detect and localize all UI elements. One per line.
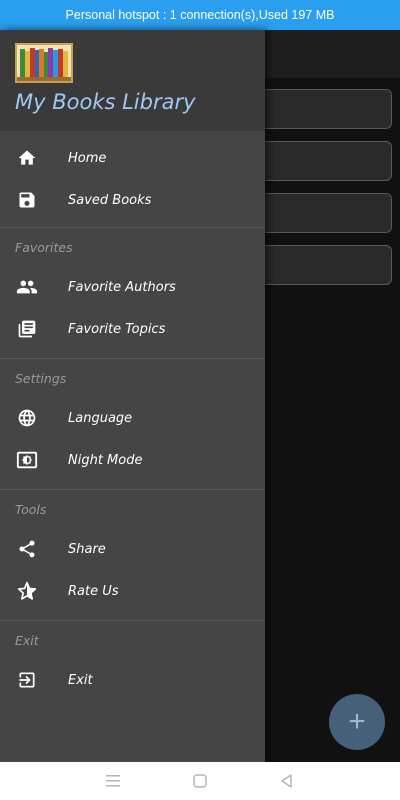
menu-item-label: Exit [68,672,93,688]
menu-item-label: Favorite Authors [68,279,176,295]
section-header-settings: Settings [15,370,67,386]
home-nav-icon[interactable] [188,769,212,793]
globe-icon [16,407,38,429]
home-icon [16,147,38,169]
status-bar: Personal hotspot : 1 connection(s),Used … [0,0,400,30]
menu-icon[interactable] [101,769,125,793]
star-icon [16,580,38,602]
plus-icon: + [348,705,366,738]
menu-item-label: Night Mode [68,452,143,468]
menu-item-favorite-topics[interactable]: Favorite Topics [0,308,265,350]
menu-item-language[interactable]: Language [0,397,265,439]
section-header-tools: Tools [15,501,47,517]
drawer-menu: Home Saved Books Favorites Favorite Auth… [0,131,265,701]
menu-item-saved-books[interactable]: Saved Books [0,179,265,221]
exit-icon [16,669,38,691]
people-icon [16,276,38,298]
menu-item-rate-us[interactable]: Rate Us [0,570,265,612]
menu-item-label: Home [68,150,107,166]
back-icon[interactable] [275,769,299,793]
menu-item-label: Favorite Topics [68,321,166,337]
screen: Personal hotspot : 1 connection(s),Used … [0,0,400,800]
share-icon [16,538,38,560]
drawer-header: My Books Library [0,30,265,131]
menu-item-home[interactable]: Home [0,137,265,179]
library-books-icon [16,318,38,340]
app-title: My Books Library [15,90,196,114]
menu-item-label: Share [68,541,106,557]
menu-item-favorite-authors[interactable]: Favorite Authors [0,266,265,308]
books-logo-icon [15,43,73,83]
menu-item-label: Language [68,410,133,426]
section-header-exit: Exit [15,632,39,648]
menu-item-exit[interactable]: Exit [0,659,265,701]
brightness-icon [16,449,38,471]
add-book-button[interactable]: + [329,694,385,750]
menu-item-label: Saved Books [68,192,152,208]
navigation-drawer: My Books Library Home Saved Books Favori… [0,30,265,762]
menu-item-share[interactable]: Share [0,528,265,570]
status-bar-text: Personal hotspot : 1 connection(s),Used … [65,8,335,22]
section-header-favorites: Favorites [15,239,73,255]
system-navigation-bar [0,762,400,800]
menu-item-night-mode[interactable]: Night Mode [0,439,265,481]
menu-item-label: Rate Us [68,583,119,599]
save-icon [16,189,38,211]
